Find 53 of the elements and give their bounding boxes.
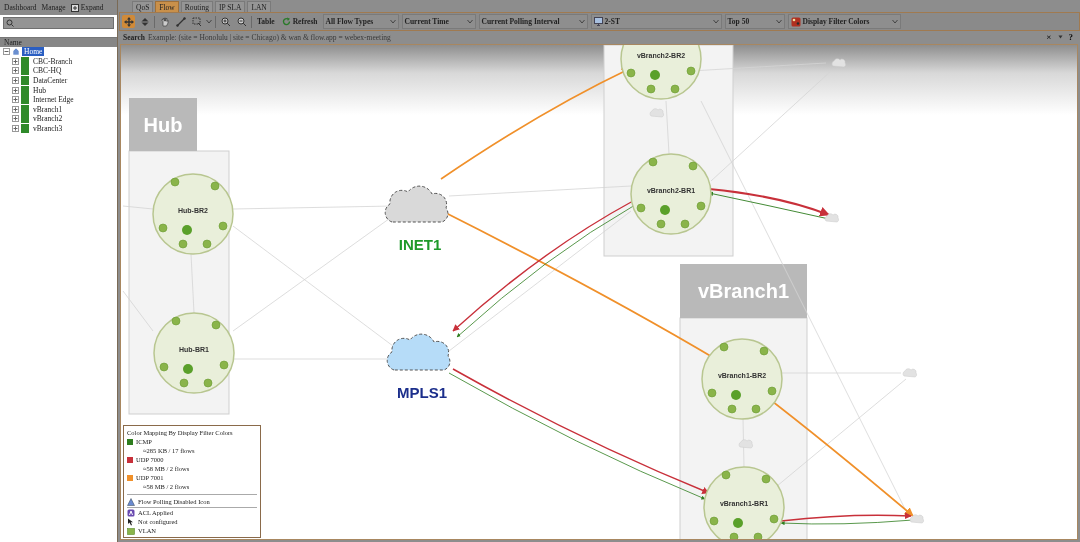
vlan-icon: [127, 527, 135, 535]
endpoint-icon[interactable]: [824, 213, 839, 223]
warning-icon: [127, 498, 135, 506]
caret-icon: [891, 19, 898, 24]
monitor-icon: [593, 17, 603, 26]
refresh-icon: [281, 17, 291, 26]
search-field[interactable]: [3, 17, 114, 29]
close-button[interactable]: ×: [1043, 32, 1055, 42]
group-header: [129, 98, 197, 151]
tool-button[interactable]: [122, 15, 135, 28]
endpoint-icon[interactable]: [909, 514, 924, 524]
caret-icon: [775, 19, 782, 24]
router-node[interactable]: [703, 466, 785, 539]
cursor-icon: [127, 518, 135, 526]
selection-icon: [191, 16, 202, 27]
router-node[interactable]: [620, 45, 702, 100]
link-line: [665, 100, 670, 155]
group-title: vBranch1: [697, 280, 790, 302]
zoom-in-icon: [220, 16, 231, 27]
caret-icon: [712, 19, 719, 24]
palette-icon: [790, 16, 801, 27]
network-cloud[interactable]: [386, 333, 451, 371]
hand-icon: [159, 16, 170, 27]
tool-button[interactable]: [235, 15, 248, 28]
link-line: [122, 290, 154, 332]
caret-icon: [1057, 35, 1063, 39]
link-line: [122, 205, 154, 210]
network-cloud[interactable]: [384, 185, 449, 223]
router-node[interactable]: [701, 338, 783, 420]
link-line: [190, 253, 195, 314]
tool-button[interactable]: [174, 15, 187, 28]
caret-icon: [578, 19, 585, 24]
cloud-name: MPLS1: [397, 384, 447, 401]
diamond-icon: [139, 16, 150, 27]
router-node[interactable]: [153, 312, 235, 394]
group-title: Hub: [143, 113, 183, 136]
caret-icon: [466, 19, 473, 24]
router-node[interactable]: [152, 173, 234, 255]
tool-button[interactable]: [219, 15, 232, 28]
zoom-out-icon: [236, 16, 247, 27]
tool-button[interactable]: [158, 15, 171, 28]
shield-icon: [127, 509, 135, 517]
tool-button[interactable]: [138, 15, 151, 28]
home-icon: [12, 47, 20, 57]
cloud-name: INET1: [398, 236, 442, 253]
caret-icon: [206, 19, 212, 24]
caret-icon: [389, 19, 396, 24]
router-node[interactable]: [630, 153, 712, 235]
line-icon: [175, 16, 186, 27]
search-icon: [6, 19, 16, 27]
help-button[interactable]: ?: [1065, 32, 1076, 42]
expand-icon: [70, 3, 79, 12]
move-icon: [123, 16, 134, 27]
